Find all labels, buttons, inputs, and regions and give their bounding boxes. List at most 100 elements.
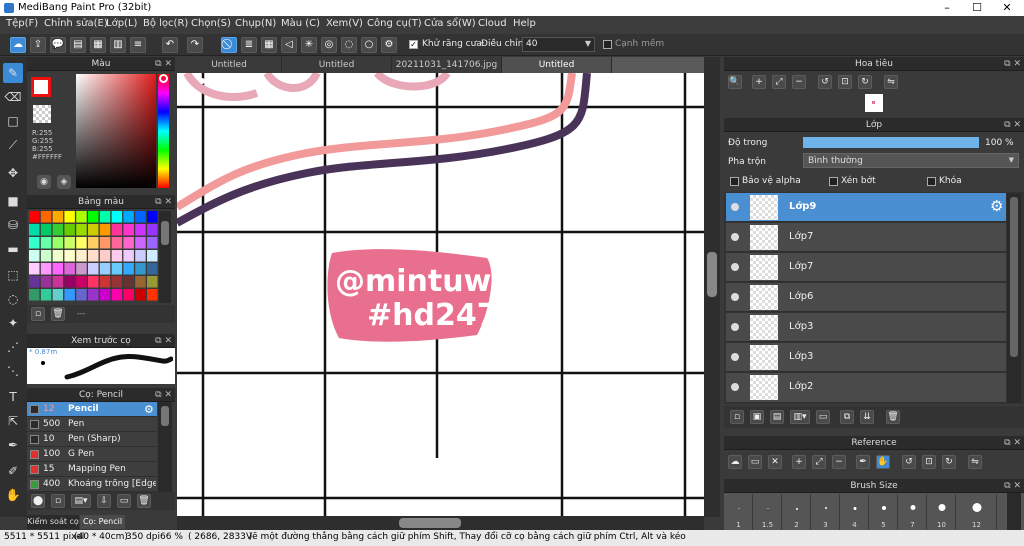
zoom-in-icon[interactable]: 🔍 [728, 75, 742, 89]
operation-tool-icon[interactable]: ⇱ [3, 411, 23, 431]
palette-swatch[interactable] [29, 237, 40, 249]
palette-swatch[interactable] [40, 211, 52, 223]
panel-expand-icon[interactable]: ⧉ ✕ [155, 334, 172, 348]
palette-swatch[interactable] [88, 289, 99, 301]
palette-swatch[interactable] [52, 224, 64, 236]
brush-item-edge[interactable]: 400 Khoảng trống [Edge [27, 477, 157, 492]
palette-swatch[interactable] [147, 224, 158, 236]
palette-swatch[interactable] [135, 276, 146, 288]
palette-scrollbar[interactable] [159, 211, 171, 303]
close-button[interactable]: ✕ [992, 0, 1022, 16]
brush-size-option[interactable]: 1 [725, 494, 753, 530]
palette-swatch[interactable] [135, 289, 146, 301]
folder-icon[interactable]: ▭ [117, 494, 131, 508]
brush-item-pen[interactable]: 500 Pen [27, 417, 157, 432]
palette-swatch[interactable] [123, 211, 134, 223]
palette-swatch[interactable] [111, 237, 123, 249]
eyedropper-icon[interactable]: ✒ [856, 455, 870, 469]
palette-swatch[interactable] [76, 211, 87, 223]
brush-tool-icon[interactable]: ✎ [3, 63, 23, 83]
rotate-left-icon[interactable]: ↺ [902, 455, 916, 469]
layer-item[interactable]: Lớp6 [726, 283, 1006, 312]
delete-layer-icon[interactable]: 🗑 [886, 410, 900, 424]
panel-expand-icon[interactable]: ⧉ ✕ [155, 388, 172, 402]
menu-help[interactable]: Help [513, 18, 536, 29]
opacity-slider[interactable] [803, 137, 979, 148]
palette-swatch[interactable] [76, 237, 87, 249]
page-icon[interactable]: ▤ [70, 37, 86, 53]
palette-swatch[interactable] [52, 263, 64, 275]
brush-size-option[interactable]: 4 [841, 494, 869, 530]
palette-swatch[interactable] [29, 276, 40, 288]
palette-swatch[interactable] [88, 276, 99, 288]
brush-size-option[interactable]: 12 [957, 494, 997, 530]
visibility-icon[interactable] [731, 263, 739, 271]
visibility-icon[interactable] [731, 323, 739, 331]
palette-swatch[interactable] [40, 237, 52, 249]
palette-swatch[interactable] [29, 211, 40, 223]
brush-item-g-pen[interactable]: 100 G Pen [27, 447, 157, 462]
palette-swatch[interactable] [64, 211, 75, 223]
layer-item[interactable]: Lớp7 [726, 253, 1006, 282]
brush-size-option[interactable]: 1.5 [754, 494, 782, 530]
visibility-icon[interactable] [731, 203, 739, 211]
palette-swatch[interactable] [76, 289, 87, 301]
palette-swatch[interactable] [111, 289, 123, 301]
brush-size-option[interactable]: 2 [783, 494, 811, 530]
transparent-swatch[interactable] [33, 105, 51, 123]
select-pen-icon[interactable]: ⋰ [3, 337, 23, 357]
hand-icon[interactable]: ✋ [876, 455, 890, 469]
palette-swatch[interactable] [52, 237, 64, 249]
new-brush-icon[interactable]: ▫ [51, 494, 65, 508]
gear-icon[interactable]: ⚙ [990, 197, 1003, 215]
antialias-checkbox[interactable]: ✓ [409, 40, 418, 49]
palette-swatch[interactable] [123, 263, 134, 275]
hue-handle[interactable] [159, 74, 168, 83]
rotate-right-icon[interactable]: ↻ [942, 455, 956, 469]
layer-item[interactable]: Lớp9 ⚙ [726, 193, 1006, 222]
palette-swatch[interactable] [29, 289, 40, 301]
radial-snap-icon[interactable]: ✳ [301, 37, 317, 53]
palette-swatch[interactable] [135, 237, 146, 249]
move-tool-icon[interactable]: ✥ [3, 163, 23, 183]
palette-swatch[interactable] [147, 263, 158, 275]
rotate-left-icon[interactable]: ↺ [818, 75, 832, 89]
panel-expand-icon[interactable]: ⧉ ✕ [1004, 118, 1021, 132]
palette-swatch[interactable] [111, 224, 123, 236]
palette-swatch[interactable] [99, 250, 111, 262]
brush-menu-icon[interactable]: ▤▾ [71, 494, 91, 508]
tab-document-3[interactable]: 20211031_141706.jpg [392, 57, 502, 73]
palette-swatch[interactable] [40, 289, 52, 301]
text-tool-icon[interactable]: T [3, 387, 23, 407]
tab-document-1[interactable]: Untitled [177, 57, 282, 73]
eraser-tool-icon[interactable]: ⌫ [3, 87, 23, 107]
delete-brush-icon[interactable]: 🗑 [137, 494, 151, 508]
brush-item-pen-sharp[interactable]: 10 Pen (Sharp) [27, 432, 157, 447]
panel-expand-icon[interactable]: ⧉ ✕ [155, 195, 172, 209]
merge-layer-icon[interactable]: ⇊ [860, 410, 874, 424]
tab-document-4[interactable]: Untitled [502, 57, 612, 73]
lock-checkbox[interactable] [927, 177, 936, 186]
bucket-tool-icon[interactable]: ⛁ [3, 215, 23, 235]
reset-icon[interactable]: ⊡ [838, 75, 852, 89]
document-icon[interactable]: ▦ [90, 37, 106, 53]
palette-swatch[interactable] [147, 289, 158, 301]
menu-capture[interactable]: Chụp(N) [235, 18, 276, 29]
layer-item[interactable]: Lớp2 [726, 373, 1006, 403]
palette-swatch[interactable] [64, 250, 75, 262]
brush-size-scrollbar[interactable] [1007, 493, 1021, 530]
palette-swatch[interactable] [52, 211, 64, 223]
palette-swatch[interactable] [135, 250, 146, 262]
layer-item[interactable]: Lớp3 [726, 343, 1006, 372]
layer-item[interactable]: Lớp3 [726, 313, 1006, 342]
blend-mode-dropdown[interactable]: Bình thường ▼ [803, 153, 1019, 168]
palette-swatch[interactable] [123, 224, 134, 236]
folder-icon[interactable]: ▭ [748, 455, 762, 469]
brush-list-scrollbar[interactable] [158, 402, 172, 492]
palette-swatch[interactable] [123, 289, 134, 301]
palette-swatch[interactable] [135, 211, 146, 223]
palette-swatch[interactable] [64, 237, 75, 249]
comment-icon[interactable]: 💬 [50, 37, 66, 53]
layer-item[interactable]: Lớp7 [726, 223, 1006, 252]
panel-expand-icon[interactable]: ⧉ ✕ [1004, 479, 1021, 493]
